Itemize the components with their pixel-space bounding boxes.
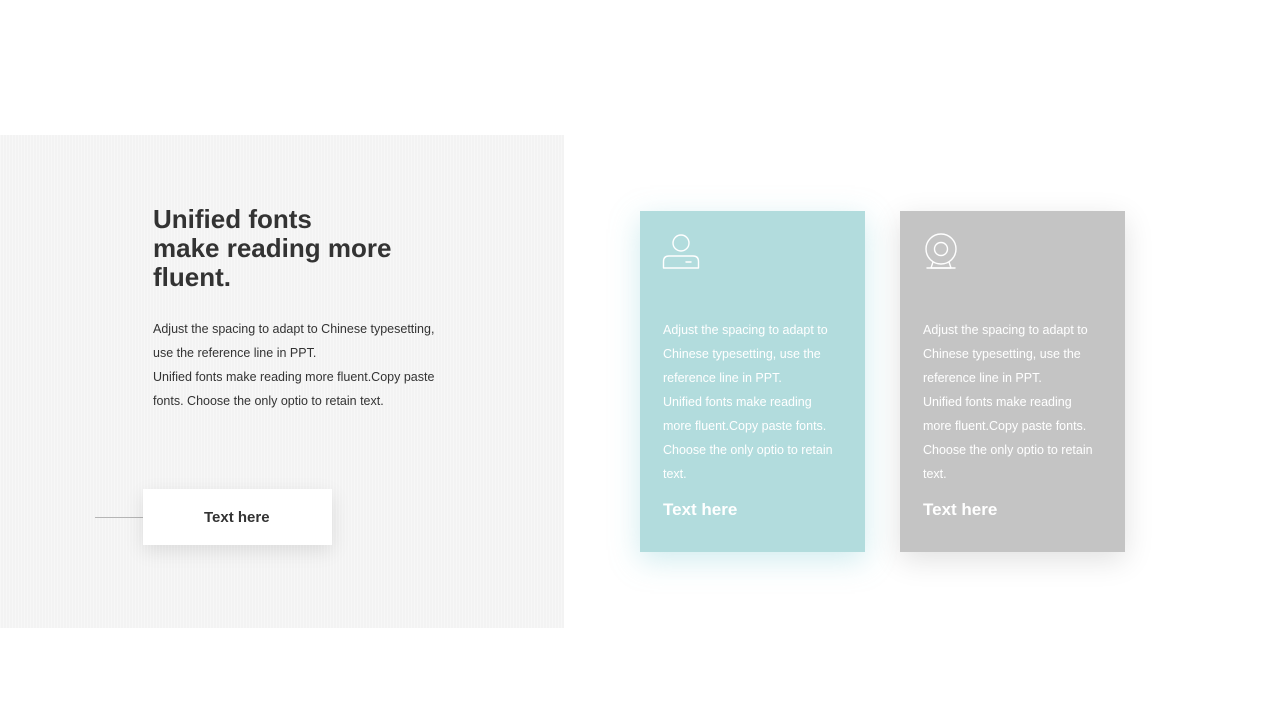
text-here-label: Text here: [204, 509, 270, 526]
card-body-line: Chinese typesetting, use the: [663, 347, 821, 361]
feature-card-2: Adjust the spacing to adapt to Chinese t…: [900, 211, 1125, 552]
card-body-text: Adjust the spacing to adapt to Chinese t…: [923, 318, 1103, 486]
body-line: Unified fonts make reading more fluent.C…: [153, 370, 435, 384]
card-body-line: Adjust the spacing to adapt to: [663, 323, 828, 337]
headline-line: make reading more: [153, 233, 392, 263]
card-body-line: Chinese typesetting, use the: [923, 347, 1081, 361]
body-line: fonts. Choose the only optio to retain t…: [153, 394, 384, 408]
card-footer-label: Text here: [923, 500, 998, 519]
card-body-line: Adjust the spacing to adapt to: [923, 323, 1088, 337]
body-line: Adjust the spacing to adapt to Chinese t…: [153, 322, 435, 336]
card-body-line: reference line in PPT.: [663, 371, 782, 385]
card-body-line: more fluent.Copy paste fonts.: [923, 419, 1087, 433]
webcam-icon: [925, 233, 957, 269]
card-footer-label: Text here: [663, 500, 738, 519]
headline-line: Unified fonts: [153, 204, 312, 234]
card-body-line: text.: [663, 467, 687, 481]
card-body-line: more fluent.Copy paste fonts.: [663, 419, 827, 433]
card-body-line: Unified fonts make reading: [663, 395, 812, 409]
card-body-text: Adjust the spacing to adapt to Chinese t…: [663, 318, 843, 486]
card-body-line: text.: [923, 467, 947, 481]
body-line: use the reference line in PPT.: [153, 346, 317, 360]
feature-card-1: Adjust the spacing to adapt to Chinese t…: [640, 211, 865, 552]
headline-line: fluent.: [153, 262, 231, 292]
card-body-line: reference line in PPT.: [923, 371, 1042, 385]
headline: Unified fonts make reading more fluent.: [153, 205, 473, 292]
card-body-line: Choose the only optio to retain: [923, 443, 1093, 457]
card-body-line: Choose the only optio to retain: [663, 443, 833, 457]
left-body-text: Adjust the spacing to adapt to Chinese t…: [153, 317, 451, 413]
user-icon: [662, 234, 700, 269]
card-body-line: Unified fonts make reading: [923, 395, 1072, 409]
